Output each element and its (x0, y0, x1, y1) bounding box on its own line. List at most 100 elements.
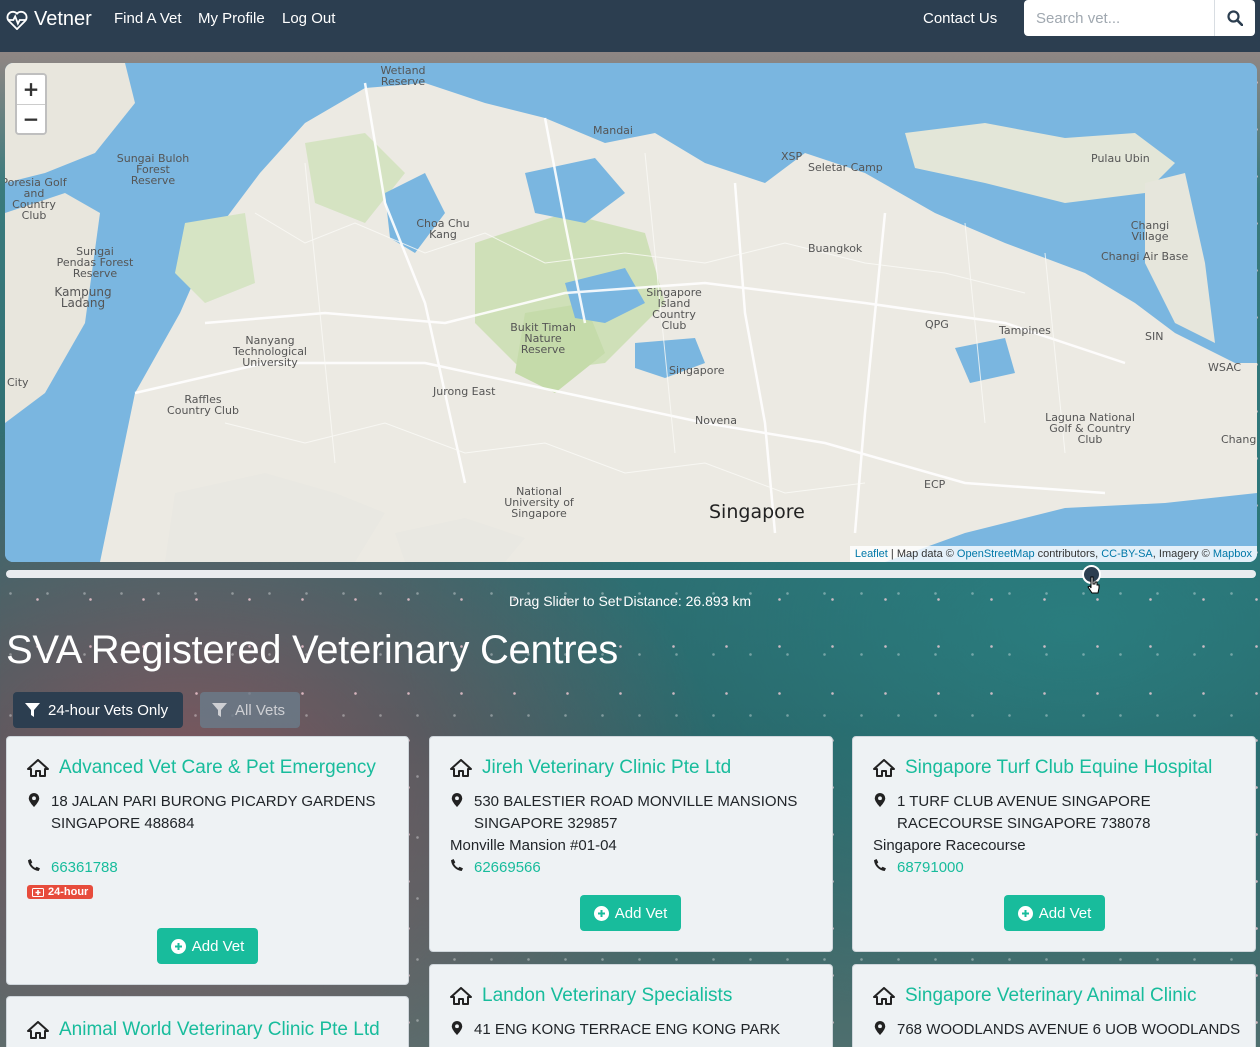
map-label: Sungai Pendas Forest Reserve (56, 245, 134, 280)
search-input[interactable] (1024, 0, 1214, 36)
attribution-text: | Map data © (887, 548, 957, 560)
vet-address: 768 WOODLANDS AVENUE 6 UOB WOODLANDS (897, 1021, 1241, 1038)
distance-slider-track[interactable] (6, 570, 1256, 578)
vet-card: Singapore Turf Club Equine Hospital 1 TU… (852, 736, 1256, 952)
vet-address: 530 BALESTIER ROAD MONVILLE MANSIONS SIN… (474, 793, 798, 832)
home-icon (450, 987, 472, 1005)
map-label: Laguna National Golf & Country Club (1045, 411, 1135, 446)
ccbysa-link[interactable]: CC-BY-SA (1101, 548, 1153, 560)
home-icon (27, 759, 49, 777)
vet-card: Singapore Veterinary Animal Clinic 768 W… (852, 964, 1256, 1047)
home-icon (450, 759, 472, 777)
filter-24-hour-button[interactable]: 24-hour Vets Only (13, 692, 183, 728)
map-label: SIN (1145, 330, 1164, 343)
map-label: WSAC (1208, 361, 1242, 374)
map-label: Seletar Camp (808, 161, 883, 174)
zoom-out-button[interactable]: − (17, 104, 45, 133)
map-attribution: Leaflet | Map data © OpenStreetMap contr… (849, 546, 1257, 562)
filter-24-hour-label: 24-hour Vets Only (48, 701, 169, 719)
map-label: XSP (781, 150, 803, 163)
mapbox-link[interactable]: Mapbox (1213, 548, 1252, 560)
search-button[interactable] (1214, 0, 1255, 36)
map-label: Singapore (669, 364, 725, 377)
vet-name-link[interactable]: Singapore Turf Club Equine Hospital (905, 757, 1212, 779)
navbar: Vetner Find A Vet My Profile Log Out Con… (0, 0, 1260, 52)
vet-phone-link[interactable]: 66361788 (51, 857, 118, 879)
leaflet-link[interactable]: Leaflet (855, 548, 888, 560)
phone-icon (28, 859, 40, 871)
vet-name-link[interactable]: Jireh Veterinary Clinic Pte Ltd (482, 757, 731, 779)
attribution-text: , Imagery © (1152, 548, 1213, 560)
24-hour-badge-label: 24-hour (48, 886, 89, 898)
brand-name: Vetner (34, 8, 92, 30)
map-label: Choa Chu Kang (416, 217, 470, 241)
heartbeat-icon (6, 10, 28, 30)
24-hour-badge: 24-hour (27, 885, 94, 899)
filter-icon (25, 702, 40, 717)
map-label: Sungai Buloh Forest Reserve (116, 152, 190, 187)
vet-address: 18 JALAN PARI BURONG PICARDY GARDENS SIN… (51, 793, 376, 832)
brand-logo[interactable]: Vetner (6, 8, 92, 31)
vet-address-extra: Monville Mansion #01-04 (450, 837, 617, 854)
osm-link[interactable]: OpenStreetMap (957, 548, 1035, 560)
map-label: Wetland Reserve (380, 64, 426, 88)
plus-circle-icon (1017, 905, 1033, 921)
plus-circle-icon (170, 938, 186, 954)
filter-all-vets-button[interactable]: All Vets (200, 692, 300, 728)
map-label: Poresia Golf and Country Club (5, 176, 67, 222)
add-vet-button[interactable]: Add Vet (1004, 895, 1105, 931)
map-label: Changi Air Base (1101, 250, 1189, 263)
medkit-icon (32, 888, 44, 897)
map-label: Raffles Country Club (167, 393, 239, 417)
home-icon (873, 987, 895, 1005)
add-vet-button[interactable]: Add Vet (157, 928, 258, 964)
add-vet-label: Add Vet (191, 937, 245, 955)
attribution-text: contributors, (1034, 548, 1102, 560)
filter-icon (212, 702, 227, 717)
map-label: ECP (924, 478, 946, 491)
map-marker-icon (451, 1021, 463, 1035)
vet-card: Jireh Veterinary Clinic Pte Ltd 530 BALE… (429, 736, 833, 952)
map-label: Nanyang Technological University (232, 334, 307, 369)
home-icon (873, 759, 895, 777)
add-vet-label: Add Vet (1038, 904, 1092, 922)
map-label: National University of Singapore (504, 485, 574, 520)
map-label: Buangkok (808, 242, 863, 255)
nav-log-out[interactable]: Log Out (282, 10, 335, 27)
filter-all-vets-label: All Vets (235, 701, 286, 719)
search-bar (1024, 0, 1255, 36)
vet-address: 41 ENG KONG TERRACE ENG KONG PARK (474, 1021, 781, 1038)
vet-phone-link[interactable]: 68791000 (897, 857, 964, 879)
map-label: Changi Village (1130, 219, 1170, 243)
zoom-in-button[interactable]: + (17, 75, 45, 104)
map-label: City (7, 376, 29, 389)
vet-address: 1 TURF CLUB AVENUE SINGAPORE RACECOURSE … (897, 793, 1151, 832)
map-label: Novena (695, 414, 737, 427)
map-label: Tampines (999, 324, 1051, 337)
map-marker-icon (874, 1021, 886, 1035)
nav-find-a-vet[interactable]: Find A Vet (114, 10, 182, 27)
plus-circle-icon (593, 905, 609, 921)
vet-name-link[interactable]: Singapore Veterinary Animal Clinic (905, 985, 1197, 1007)
add-vet-button[interactable]: Add Vet (580, 895, 681, 931)
map-label: Changi (1221, 433, 1257, 446)
vet-name-link[interactable]: Animal World Veterinary Clinic Pte Ltd (59, 1019, 380, 1041)
map-tiles (5, 63, 1257, 562)
vet-card: Landon Veterinary Specialists 41 ENG KON… (429, 964, 833, 1047)
map[interactable]: + − Wetland Reserve Mandai Sungai Buloh … (5, 63, 1257, 562)
vet-name-link[interactable]: Advanced Vet Care & Pet Emergency (59, 757, 376, 779)
map-label: Singapore Island Country Club (646, 286, 702, 332)
nav-contact-us[interactable]: Contact Us (923, 10, 997, 27)
nav-my-profile[interactable]: My Profile (198, 10, 265, 27)
vet-card: Advanced Vet Care & Pet Emergency 18 JAL… (6, 736, 409, 985)
vet-phone-link[interactable]: 62669566 (474, 857, 541, 879)
map-label: Pulau Ubin (1091, 152, 1150, 165)
add-vet-label: Add Vet (614, 904, 668, 922)
map-label: Kampung Ladang (54, 285, 112, 310)
search-icon (1227, 10, 1243, 26)
vet-name-link[interactable]: Landon Veterinary Specialists (482, 985, 732, 1007)
slider-caption: Drag Slider to Set Distance: 26.893 km (508, 593, 751, 609)
map-city-label: Singapore (709, 501, 805, 523)
zoom-control: + − (15, 73, 47, 135)
phone-icon (451, 859, 463, 871)
